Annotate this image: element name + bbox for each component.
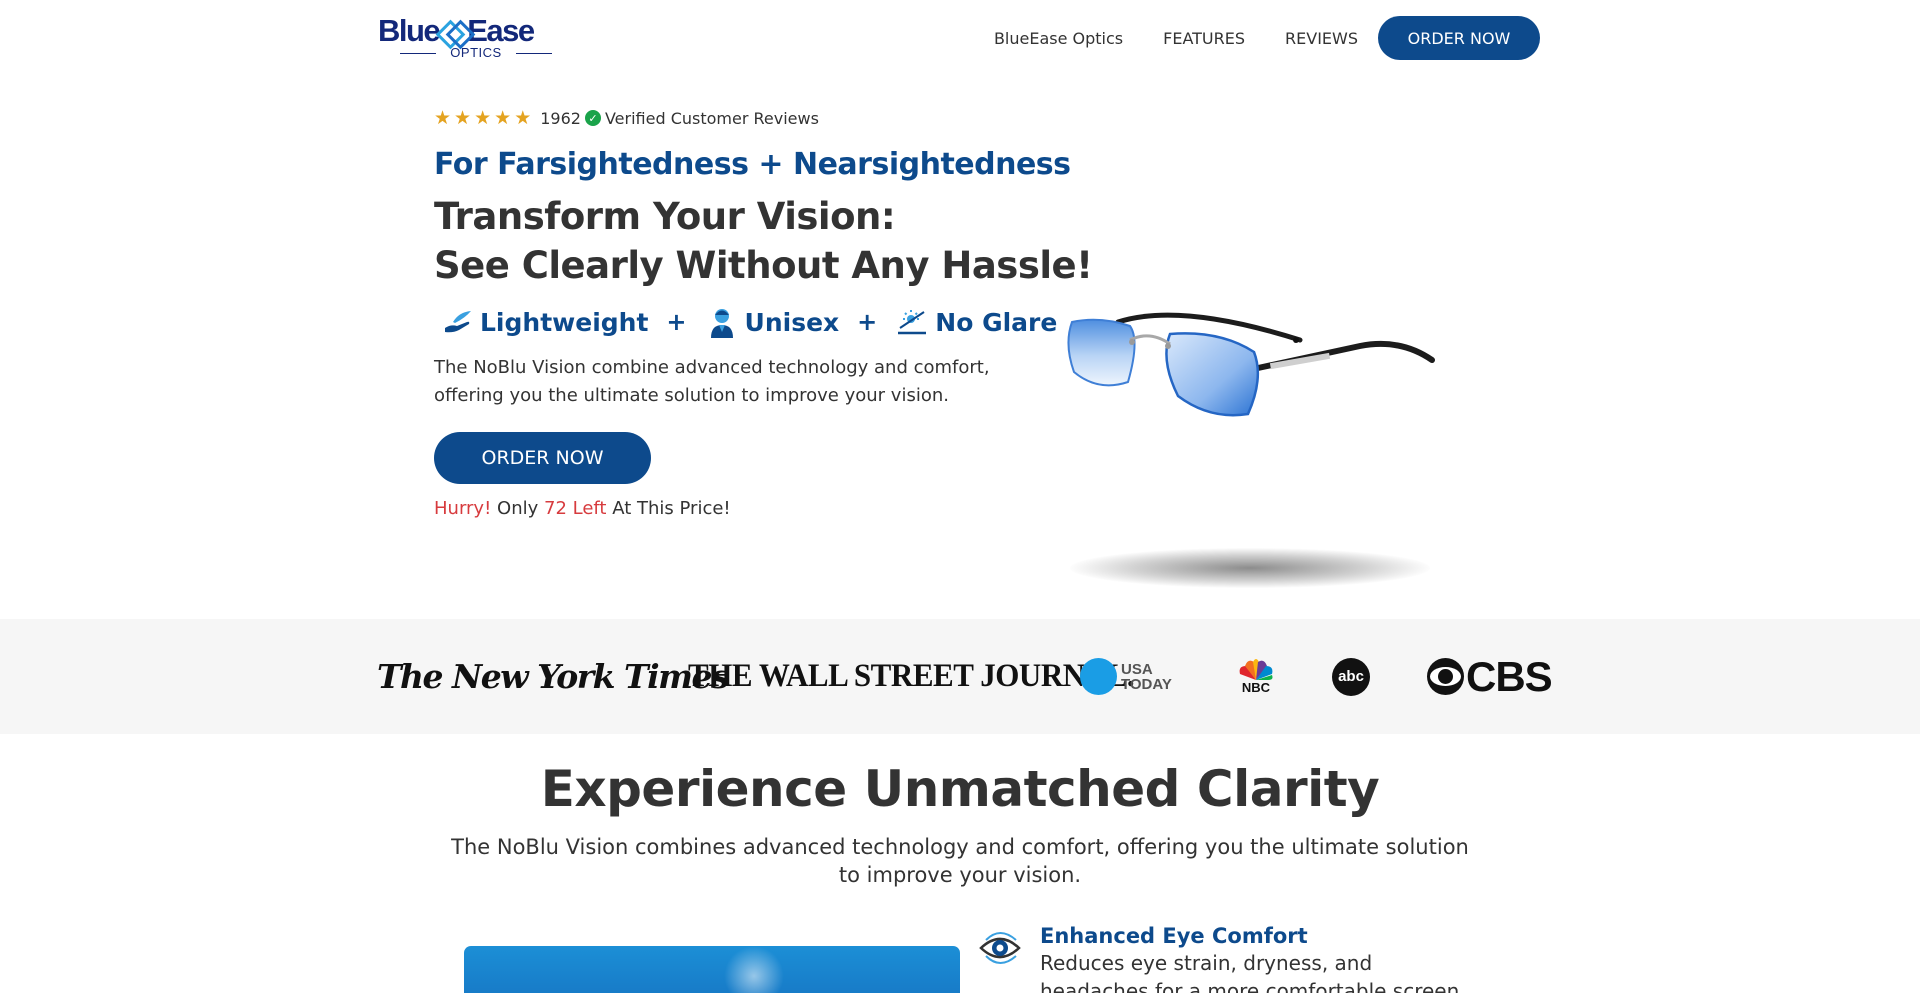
logo-wordmark: Blue Ease: [378, 13, 535, 48]
headline-line-2: See Clearly Without Any Hassle!: [434, 244, 1093, 287]
clarity-image: [464, 946, 960, 993]
benefit-text: Reduces eye strain, dryness, and headach…: [1040, 951, 1460, 993]
feature-plus: +: [857, 308, 878, 336]
star-icon: ★: [434, 106, 452, 129]
product-shadow: [1070, 548, 1430, 588]
abc-logo: abc: [1332, 619, 1370, 734]
urgency-stock-left: 72 Left: [544, 498, 607, 519]
cbs-wordmark: CBS: [1466, 652, 1553, 700]
usa-today-wordmark: USA TODAY: [1121, 662, 1172, 692]
hero-description: The NoBlu Vision combine advanced techno…: [434, 357, 990, 406]
header-order-button[interactable]: ORDER NOW: [1378, 16, 1540, 60]
feature-unisex: Unisex: [705, 305, 840, 339]
usa-today-logo: USA TODAY: [1080, 619, 1172, 734]
feature-label-no-glare: No Glare: [935, 307, 1058, 337]
urgency-only: Only: [497, 498, 539, 519]
person-icon: [705, 305, 739, 339]
clarity-title: Experience Unmatched Clarity: [540, 760, 1380, 818]
sun-glare-icon: [895, 305, 929, 339]
rating-row: ★ ★ ★ ★ ★ 1962 ✓ Verified Customer Revie…: [434, 104, 1034, 132]
product-glasses-image: [1060, 300, 1440, 430]
hero-headline: Transform Your Vision: See Clearly Witho…: [434, 192, 1093, 290]
verified-check-icon: ✓: [584, 110, 601, 126]
feature-label-unisex: Unisex: [744, 307, 840, 337]
clarity-description: The NoBlu Vision combines advanced techn…: [451, 835, 1469, 887]
usa-today-word-2: TODAY: [1121, 675, 1172, 693]
feature-row: Lightweight + Unisex + No Glare: [434, 302, 1057, 342]
wsj-logo: THE WALL STREET JOURNAL.: [688, 658, 1135, 694]
nyt-logo: The New York Times: [377, 657, 730, 696]
feature-plus: +: [666, 308, 687, 336]
hero-section: ★ ★ ★ ★ ★ 1962 ✓ Verified Customer Revie…: [434, 104, 1093, 519]
nbc-logo: NBC: [1237, 619, 1275, 734]
verified-label: Verified Customer Reviews: [604, 108, 819, 128]
nav-link-brand[interactable]: BlueEase Optics: [994, 29, 1123, 48]
press-logo-strip: The New York Times THE WALL STREET JOURN…: [0, 619, 1920, 734]
feature-label-lightweight: Lightweight: [480, 307, 649, 337]
usa-today-dot-icon: [1080, 658, 1117, 695]
abc-badge: abc: [1332, 657, 1370, 696]
star-icon: ★: [494, 106, 512, 129]
benefit-title: Enhanced Eye Comfort: [1040, 924, 1308, 948]
main-nav: BlueEase Optics FEATURES REVIEWS ORDER N…: [994, 16, 1540, 60]
nav-link-reviews[interactable]: REVIEWS: [1285, 29, 1358, 48]
eye-icon: [978, 926, 1022, 970]
review-count: 1962: [540, 108, 581, 128]
urgency-suffix: At This Price!: [612, 498, 731, 519]
nbc-peacock-icon: [1239, 659, 1273, 680]
cbs-eye-icon: [1427, 658, 1464, 695]
hero-order-button[interactable]: ORDER NOW: [434, 432, 651, 484]
hero-eyebrow: For Farsightedness + Nearsightedness: [434, 147, 1071, 182]
feature-lightweight: Lightweight: [440, 305, 648, 339]
star-icon: ★: [454, 106, 472, 129]
blueease-logo[interactable]: Blue Ease OPTICS: [378, 14, 558, 60]
feature-no-glare: No Glare: [895, 305, 1057, 339]
logo-word-blue: Blue: [378, 13, 441, 48]
logo-word-ease: Ease: [467, 13, 535, 48]
usa-today-word-1: USA: [1121, 660, 1153, 678]
cbs-logo: CBS: [1427, 619, 1553, 734]
urgency-text: Hurry! Only 72 Left At This Price!: [434, 498, 1034, 519]
logo-subtitle: OPTICS: [400, 46, 552, 60]
headline-line-1: Transform Your Vision:: [434, 195, 896, 238]
nav-link-features[interactable]: FEATURES: [1163, 29, 1245, 48]
urgency-hurry: Hurry!: [434, 498, 492, 519]
site-header: Blue Ease OPTICS BlueEase Optics FEATURES…: [0, 0, 1920, 76]
nbc-wordmark: NBC: [1241, 680, 1271, 695]
star-icon: ★: [474, 106, 492, 129]
feather-hand-icon: [440, 305, 474, 339]
logo-diamond-icon: [440, 21, 466, 43]
star-icon: ★: [514, 106, 532, 129]
